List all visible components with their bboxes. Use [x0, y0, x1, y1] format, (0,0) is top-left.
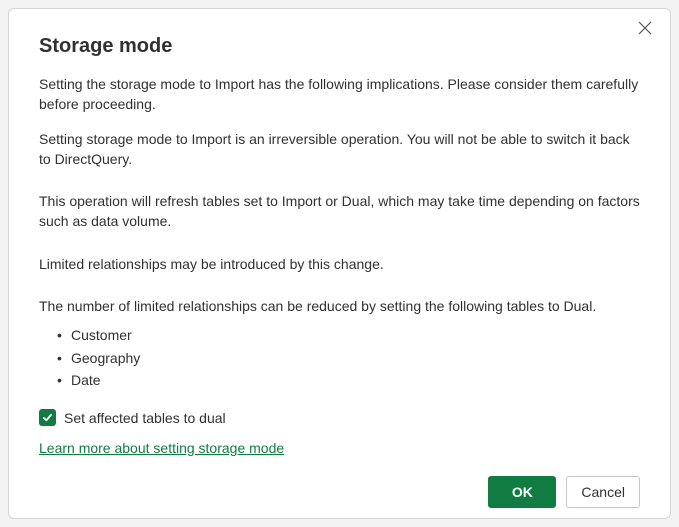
- list-item: Geography: [57, 347, 640, 369]
- check-icon: [42, 412, 53, 423]
- paragraph-irreversible: Setting storage mode to Import is an irr…: [39, 129, 640, 170]
- dialog-footer: OK Cancel: [39, 476, 640, 508]
- close-button[interactable]: [638, 21, 656, 39]
- paragraph-limited: Limited relationships may be introduced …: [39, 254, 640, 274]
- learn-more-link[interactable]: Learn more about setting storage mode: [39, 440, 284, 456]
- dialog-body: Setting the storage mode to Import has t…: [39, 74, 640, 458]
- paragraph-intro: Setting the storage mode to Import has t…: [39, 74, 640, 115]
- storage-mode-dialog: Storage mode Setting the storage mode to…: [8, 8, 671, 519]
- paragraph-refresh: This operation will refresh tables set t…: [39, 191, 640, 232]
- close-icon: [638, 21, 652, 35]
- list-item: Customer: [57, 324, 640, 346]
- dialog-title: Storage mode: [39, 35, 640, 58]
- checkbox-label: Set affected tables to dual: [64, 408, 226, 428]
- tables-list: Customer Geography Date: [57, 324, 640, 391]
- cancel-button[interactable]: Cancel: [566, 476, 640, 508]
- checkbox-row: Set affected tables to dual: [39, 408, 640, 428]
- paragraph-reduce: The number of limited relationships can …: [39, 296, 640, 316]
- set-dual-checkbox[interactable]: [39, 409, 56, 426]
- ok-button[interactable]: OK: [488, 476, 556, 508]
- list-item: Date: [57, 369, 640, 391]
